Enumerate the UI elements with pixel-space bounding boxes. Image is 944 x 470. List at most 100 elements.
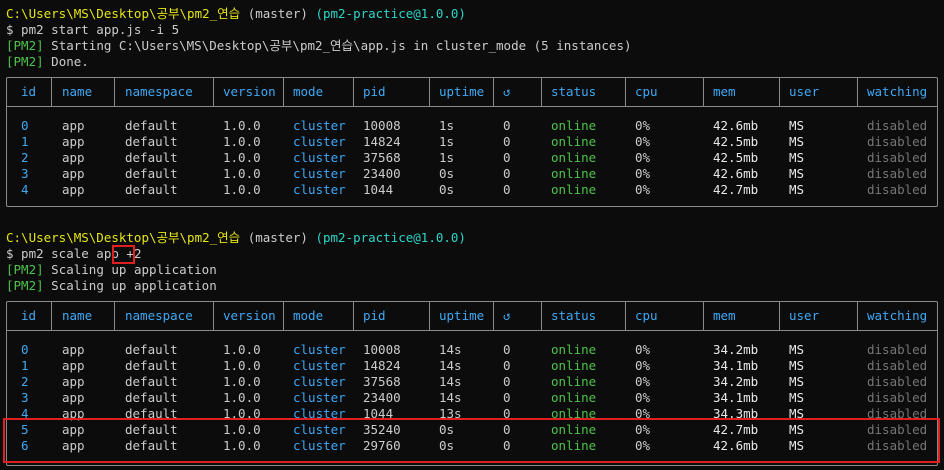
cell-restarts: 0 [503, 342, 511, 357]
column-header-user: user [789, 84, 820, 99]
column-divider [353, 78, 354, 106]
cell-pid: 10008 [363, 342, 401, 357]
column-divider [283, 78, 284, 106]
log-line: [PM2] Scaling up application [6, 262, 217, 278]
command-text: $ pm2 scale app [6, 246, 127, 261]
cell-status: online [551, 390, 597, 405]
cell-namespace: default [125, 118, 178, 133]
cell-watching: disabled [867, 358, 928, 373]
column-divider [625, 78, 626, 106]
column-header-uptime: uptime [439, 84, 485, 99]
cell-version: 1.0.0 [223, 182, 261, 197]
column-divider [51, 302, 52, 330]
table-row: 3 app default 1.0.0 cluster 23400 14s 0 online 0%… [7, 390, 937, 406]
log-text: Done. [51, 54, 89, 69]
column-header-id: id [21, 308, 37, 323]
cell-restarts: 0 [503, 358, 511, 373]
log-text: Starting C:\Users\MS\Desktop\공부\pm2_연습\a… [51, 38, 632, 53]
column-header-mode: mode [293, 308, 324, 323]
log-line: [PM2] Done. [6, 54, 89, 70]
column-divider [283, 302, 284, 330]
package-version: (pm2-practice@1.0.0) [315, 6, 466, 21]
cell-name: app [62, 358, 85, 373]
column-header-restarts: ↺ [503, 84, 511, 99]
cell-status: online [551, 166, 597, 181]
column-header-mem: mem [713, 308, 736, 323]
pm2-tag: [PM2] [6, 278, 44, 293]
git-branch: (master) [247, 230, 308, 245]
table-row: 0 app default 1.0.0 cluster 10008 14s 0 online 0%… [7, 342, 937, 358]
log-line: [PM2] Starting C:\Users\MS\Desktop\공부\pm… [6, 38, 632, 54]
cell-cpu: 0% [635, 166, 651, 181]
table-row: 1 app default 1.0.0 cluster 14824 14s 0 online 0%… [7, 358, 937, 374]
cell-id: 2 [21, 374, 29, 389]
prompt-line-1: C:\Users\MS\Desktop\공부\pm2_연습 (master) (… [6, 6, 466, 22]
cell-user: MS [789, 342, 805, 357]
column-header-version: version [223, 308, 276, 323]
cell-mode: cluster [293, 390, 346, 405]
cell-user: MS [789, 150, 805, 165]
cell-namespace: default [125, 182, 178, 197]
cell-uptime: 14s [439, 374, 462, 389]
cell-mem: 42.5mb [713, 150, 759, 165]
log-text: Scaling up application [51, 262, 217, 277]
git-branch: (master) [247, 6, 308, 21]
cell-mode: cluster [293, 342, 346, 357]
cell-pid: 23400 [363, 390, 401, 405]
cell-name: app [62, 182, 85, 197]
column-divider [213, 302, 214, 330]
highlight-box-new-instances [3, 418, 940, 463]
table-row: 3 app default 1.0.0 cluster 23400 0s 0 online 0% 4… [7, 166, 937, 182]
cell-status: online [551, 374, 597, 389]
cell-namespace: default [125, 134, 178, 149]
column-header-pid: pid [363, 308, 386, 323]
cell-user: MS [789, 390, 805, 405]
table-row: 4 app default 1.0.0 cluster 1044 0s 0 online 0% 42… [7, 182, 937, 198]
cell-namespace: default [125, 342, 178, 357]
column-header-status: status [551, 308, 597, 323]
cell-version: 1.0.0 [223, 374, 261, 389]
cell-watching: disabled [867, 150, 928, 165]
column-header-restarts: ↺ [503, 308, 511, 323]
cell-restarts: 0 [503, 166, 511, 181]
log-text: Scaling up application [51, 278, 217, 293]
prompt-path: C:\Users\MS\Desktop\공부\pm2_연습 [6, 230, 241, 245]
cell-version: 1.0.0 [223, 390, 261, 405]
column-divider [114, 78, 115, 106]
cell-version: 1.0.0 [223, 118, 261, 133]
table-row: 2 app default 1.0.0 cluster 37568 14s 0 online 0%… [7, 374, 937, 390]
cell-mem: 34.2mb [713, 374, 759, 389]
cell-restarts: 0 [503, 182, 511, 197]
cell-name: app [62, 134, 85, 149]
column-header-version: version [223, 84, 276, 99]
cell-mode: cluster [293, 374, 346, 389]
cell-version: 1.0.0 [223, 342, 261, 357]
column-divider [541, 302, 542, 330]
cell-user: MS [789, 358, 805, 373]
cell-pid: 14824 [363, 134, 401, 149]
column-divider [114, 302, 115, 330]
cell-mem: 34.1mb [713, 358, 759, 373]
cell-restarts: 0 [503, 118, 511, 133]
cell-pid: 37568 [363, 374, 401, 389]
cell-status: online [551, 134, 597, 149]
cell-pid: 14824 [363, 358, 401, 373]
pm2-tag: [PM2] [6, 38, 44, 53]
cell-pid: 10008 [363, 118, 401, 133]
column-header-mode: mode [293, 84, 324, 99]
cell-cpu: 0% [635, 342, 651, 357]
cell-cpu: 0% [635, 134, 651, 149]
cell-uptime: 0s [439, 166, 455, 181]
cell-cpu: 0% [635, 390, 651, 405]
cell-id: 0 [21, 342, 29, 357]
cell-version: 1.0.0 [223, 166, 261, 181]
command-line-1: $ pm2 start app.js -i 5 [6, 22, 180, 37]
prompt-line-2: C:\Users\MS\Desktop\공부\pm2_연습 (master) (… [6, 230, 466, 246]
cell-watching: disabled [867, 374, 928, 389]
cell-pid: 23400 [363, 166, 401, 181]
cell-id: 2 [21, 150, 29, 165]
cell-namespace: default [125, 166, 178, 181]
cell-status: online [551, 182, 597, 197]
prompt-path: C:\Users\MS\Desktop\공부\pm2_연습 [6, 6, 241, 21]
column-header-watching: watching [867, 308, 928, 323]
